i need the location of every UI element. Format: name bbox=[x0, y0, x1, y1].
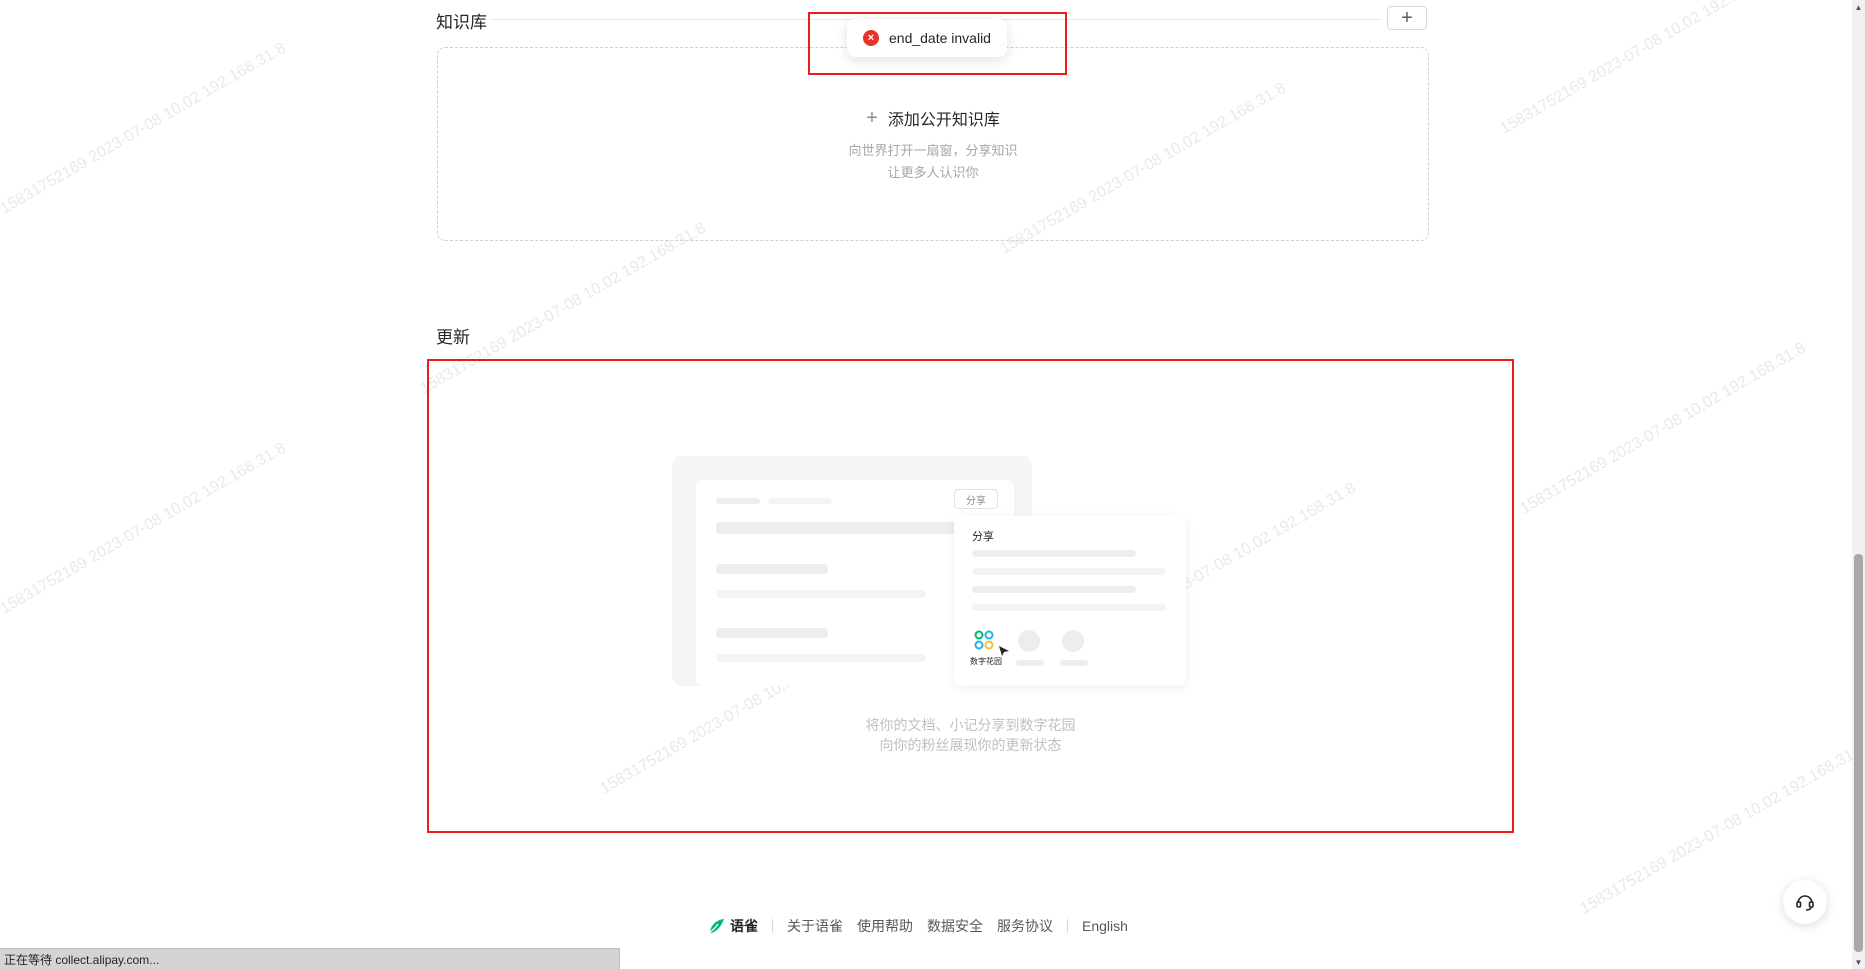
plus-icon: + bbox=[866, 107, 878, 129]
empty-state-line: 向你的粉丝展现你的更新状态 bbox=[879, 737, 1062, 753]
illustration-share-tab: 分享 bbox=[954, 489, 998, 509]
footer-brand[interactable]: 语雀 bbox=[708, 916, 758, 936]
footer-divider bbox=[772, 919, 773, 933]
kb-description-line: 向世界打开一扇窗，分享知识 bbox=[848, 143, 1018, 158]
add-public-knowledge-base-link[interactable]: + 添加公开知识库 bbox=[866, 106, 1000, 130]
footer: 语雀 关于语雀 使用帮助 数据安全 服务协议 English bbox=[708, 916, 1128, 936]
watermark-text: 15831752169 2023-07-08 10.02 192.168.31.… bbox=[0, 39, 289, 218]
illustration-share-title: 分享 bbox=[972, 531, 994, 543]
empty-state-line: 将你的文档、小记分享到数字花园 bbox=[865, 717, 1076, 733]
empty-state-description: 将你的文档、小记分享到数字花园 向你的粉丝展现你的更新状态 bbox=[427, 715, 1514, 755]
add-public-knowledge-base-label: 添加公开知识库 bbox=[887, 112, 1000, 129]
footer-brand-name: 语雀 bbox=[730, 918, 758, 934]
illustration-share-card: 分享 数字花园 bbox=[954, 516, 1186, 686]
add-knowledge-base-button[interactable]: + bbox=[1387, 6, 1427, 30]
scroll-up-arrow-icon[interactable]: ▲ bbox=[1852, 0, 1865, 14]
watermark-text: 15831752169 2023-07-08 10.02 192.168.31.… bbox=[1497, 0, 1789, 138]
footer-link-about[interactable]: 关于语雀 bbox=[787, 916, 843, 936]
footer-link-terms[interactable]: 服务协议 bbox=[997, 916, 1053, 936]
scrollbar-thumb[interactable] bbox=[1854, 554, 1863, 952]
updates-title: 更新 bbox=[436, 328, 470, 347]
footer-language-switch[interactable]: English bbox=[1082, 918, 1128, 934]
footer-link-help[interactable]: 使用帮助 bbox=[857, 916, 913, 936]
footer-link-security[interactable]: 数据安全 bbox=[927, 916, 983, 936]
footer-divider bbox=[1067, 919, 1068, 933]
yuque-logo-icon bbox=[709, 919, 724, 933]
scroll-down-arrow-icon[interactable]: ▼ bbox=[1852, 955, 1865, 969]
headset-icon bbox=[1796, 895, 1814, 911]
garden-icon bbox=[974, 630, 994, 655]
knowledge-base-title: 知识库 bbox=[436, 13, 487, 32]
error-circle-icon: × bbox=[863, 30, 879, 46]
watermark-text: 15831752169 2023-07-08 10.02 192.168.31.… bbox=[0, 439, 289, 618]
error-toast: × end_date invalid bbox=[847, 19, 1007, 57]
empty-state-illustration: 分享 分享 数字花园 bbox=[672, 456, 1187, 688]
watermark-text: 15831752169 2023-07-08 10.02 192.168.31.… bbox=[1517, 339, 1809, 518]
toast-message: end_date invalid bbox=[889, 30, 991, 46]
customer-support-button[interactable] bbox=[1783, 880, 1827, 924]
browser-status-bar: 正在等待 collect.alipay.com... bbox=[0, 948, 620, 969]
kb-description-line: 让更多人认识你 bbox=[887, 165, 979, 180]
add-public-knowledge-base-card[interactable]: + 添加公开知识库 向世界打开一扇窗，分享知识 让更多人认识你 bbox=[437, 47, 1429, 241]
garden-label: 数字花园 bbox=[970, 657, 1002, 666]
